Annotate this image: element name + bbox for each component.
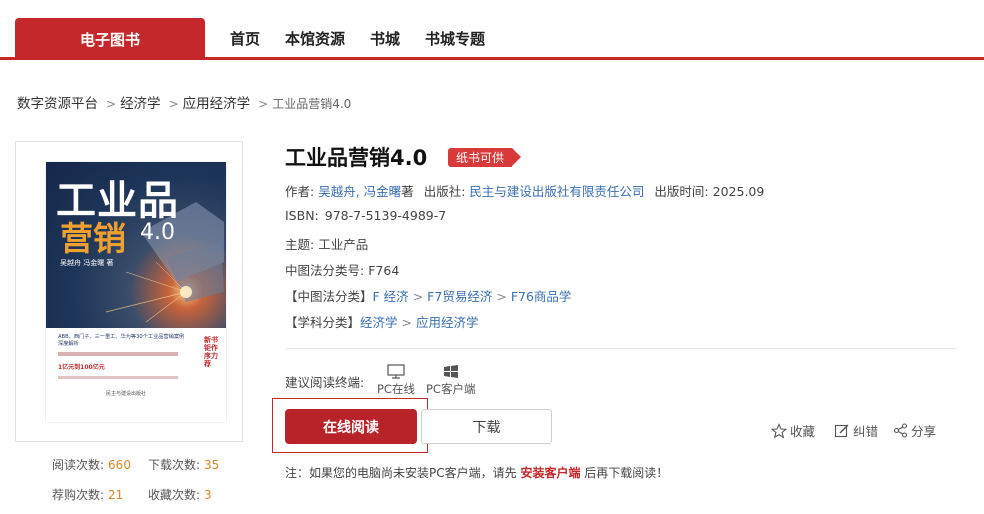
stat-reads: 阅读次数: 660 <box>52 456 131 473</box>
breadcrumb-separator: > <box>258 97 269 111</box>
clc-category-row: 【中图法分类】 F 经济 > F7贸易经济 > F76商品学 <box>285 286 571 305</box>
subject-value: 工业产品 <box>318 237 369 252</box>
clc-label: 中图法分类号: <box>285 263 365 278</box>
monitor-icon <box>387 364 405 379</box>
terminal-label: PC客户端 <box>426 382 476 396</box>
terminal-pc-client: PC客户端 <box>426 364 475 397</box>
stat-value: 21 <box>108 488 124 502</box>
breadcrumb: 数字资源平台 > 经济学 > 应用经济学 > 工业品营销4.0 <box>17 92 351 112</box>
clc-category-link[interactable]: F7贸易经济 <box>427 286 492 305</box>
breadcrumb-item[interactable]: 数字资源平台 <box>17 92 98 112</box>
paper-available-badge: 纸书可供 <box>448 148 522 167</box>
nav-link-home[interactable]: 首页 <box>230 28 260 49</box>
discipline-label: 【学科分类】 <box>285 315 361 330</box>
isbn-value: 978-7-5139-4989-7 <box>324 208 447 223</box>
cover-divider <box>58 376 178 379</box>
nav-link-bookstore-topics[interactable]: 书城专题 <box>425 28 485 49</box>
install-client-link[interactable]: 安装客户端 <box>520 466 580 480</box>
divider <box>285 348 956 349</box>
pubdate-value: 2025.09 <box>712 184 765 199</box>
top-nav: 电子图书 首页 本馆资源 书城 书城专题 <box>0 0 984 60</box>
cover-title-line2: 营销 <box>60 219 126 258</box>
author-label: 作者: <box>285 184 315 199</box>
stat-label: 下载次数: <box>148 458 201 472</box>
terminal-pc-online: PC在线 <box>377 364 415 397</box>
publisher-label: 出版社: <box>423 184 466 199</box>
cover-artwork: 工业品 营销 4.0 吴越舟 冯金曙 著 <box>46 162 226 328</box>
author-row: 作者: 吴越舟, 冯金曙 著 出版社: 民主与建设出版社有限责任公司 出版时间:… <box>285 181 764 200</box>
isbn-label: ISBN: <box>285 208 319 223</box>
author-suffix: 著 <box>401 184 414 199</box>
cover-publisher: 民主与建设出版社 <box>106 391 147 397</box>
share-label: 分享 <box>911 424 937 439</box>
subject-label: 主题: <box>285 237 315 252</box>
star-icon <box>771 422 787 438</box>
clc-category-label: 【中图法分类】 <box>285 289 373 304</box>
reading-terminal-label: 建议阅读终端: <box>285 375 365 390</box>
discipline-link[interactable]: 经济学 <box>360 312 398 331</box>
read-online-button[interactable]: 在线阅读 <box>285 409 417 444</box>
cover-lower: ABB、西门子、三一重工、华为等30个工业品营销案例深度解析 1亿元到100亿元… <box>46 328 226 422</box>
pubdate-label: 出版时间: <box>654 184 709 199</box>
install-note: 注：如果您的电脑尚未安装PC客户端，请先 安装客户端 后再下载阅读！ <box>285 464 668 481</box>
nav-link-bookstore[interactable]: 书城 <box>370 28 400 49</box>
download-button[interactable]: 下载 <box>421 409 552 444</box>
favorite-label: 收藏 <box>790 424 816 439</box>
breadcrumb-separator: > <box>106 97 117 111</box>
discipline-row: 【学科分类】 经济学 > 应用经济学 <box>285 312 479 331</box>
clc-row: 中图法分类号: F764 <box>285 260 399 279</box>
edit-icon <box>834 424 849 437</box>
breadcrumb-item[interactable]: 应用经济学 <box>183 92 251 112</box>
breadcrumb-separator: > <box>168 97 179 111</box>
clc-category-link[interactable]: F 经济 <box>373 286 409 305</box>
breadcrumb-current: 工业品营销4.0 <box>272 97 352 111</box>
category-separator: > <box>412 289 424 304</box>
clc-value: F764 <box>368 263 400 278</box>
stat-recommend: 荐购次数: 21 <box>52 486 123 503</box>
windows-icon <box>443 365 458 378</box>
nav-link-library-resources[interactable]: 本馆资源 <box>285 28 345 49</box>
author-link[interactable]: 吴越舟, 冯金曙 <box>318 181 401 200</box>
cover-divider <box>58 352 178 356</box>
terminal-label: PC在线 <box>377 382 415 396</box>
report-error-label: 纠错 <box>853 424 879 439</box>
subject-row: 主题: 工业产品 <box>285 234 368 253</box>
cover-version: 4.0 <box>140 220 175 245</box>
stat-value: 35 <box>204 458 220 472</box>
stat-label: 收藏次数: <box>148 488 201 502</box>
cover-blurb: ABB、西门子、三一重工、华为等30个工业品营销案例深度解析 <box>58 334 185 347</box>
share-icon <box>893 423 908 438</box>
stat-label: 阅读次数: <box>52 458 105 472</box>
stat-label: 荐购次数: <box>52 488 105 502</box>
cover-side-text: 新书钜作序力荐 <box>204 336 218 368</box>
clc-category-link[interactable]: F76商品学 <box>511 286 572 305</box>
stat-value: 3 <box>204 488 212 502</box>
favorite-button[interactable]: 收藏 <box>771 421 815 440</box>
publisher-link[interactable]: 民主与建设出版社有限责任公司 <box>469 181 644 200</box>
note-prefix: 注：如果您的电脑尚未安装PC客户端，请先 <box>285 466 517 480</box>
discipline-link[interactable]: 应用经济学 <box>416 312 479 331</box>
note-suffix: 后再下载阅读！ <box>584 466 669 480</box>
cover-blurb-highlight: 1亿元到100亿元 <box>58 364 105 371</box>
book-title: 工业品营销4.0 <box>285 146 428 170</box>
category-separator: > <box>496 289 507 304</box>
stat-downloads: 下载次数: 35 <box>148 456 219 473</box>
cover-authors: 吴越舟 冯金曙 著 <box>60 259 114 267</box>
share-button[interactable]: 分享 <box>893 421 936 440</box>
breadcrumb-item[interactable]: 经济学 <box>120 92 161 112</box>
category-separator: > <box>401 315 413 330</box>
stat-value: 660 <box>108 458 131 472</box>
report-error-button[interactable]: 纠错 <box>834 421 878 440</box>
stat-favorites: 收藏次数: 3 <box>148 486 212 503</box>
book-cover: 工业品 营销 4.0 吴越舟 冯金曙 著 ABB、西门子、三一重工、华为等30个… <box>46 162 226 422</box>
isbn-row: ISBN: 978-7-5139-4989-7 <box>285 208 446 223</box>
nav-brand-tab[interactable]: 电子图书 <box>15 18 205 60</box>
